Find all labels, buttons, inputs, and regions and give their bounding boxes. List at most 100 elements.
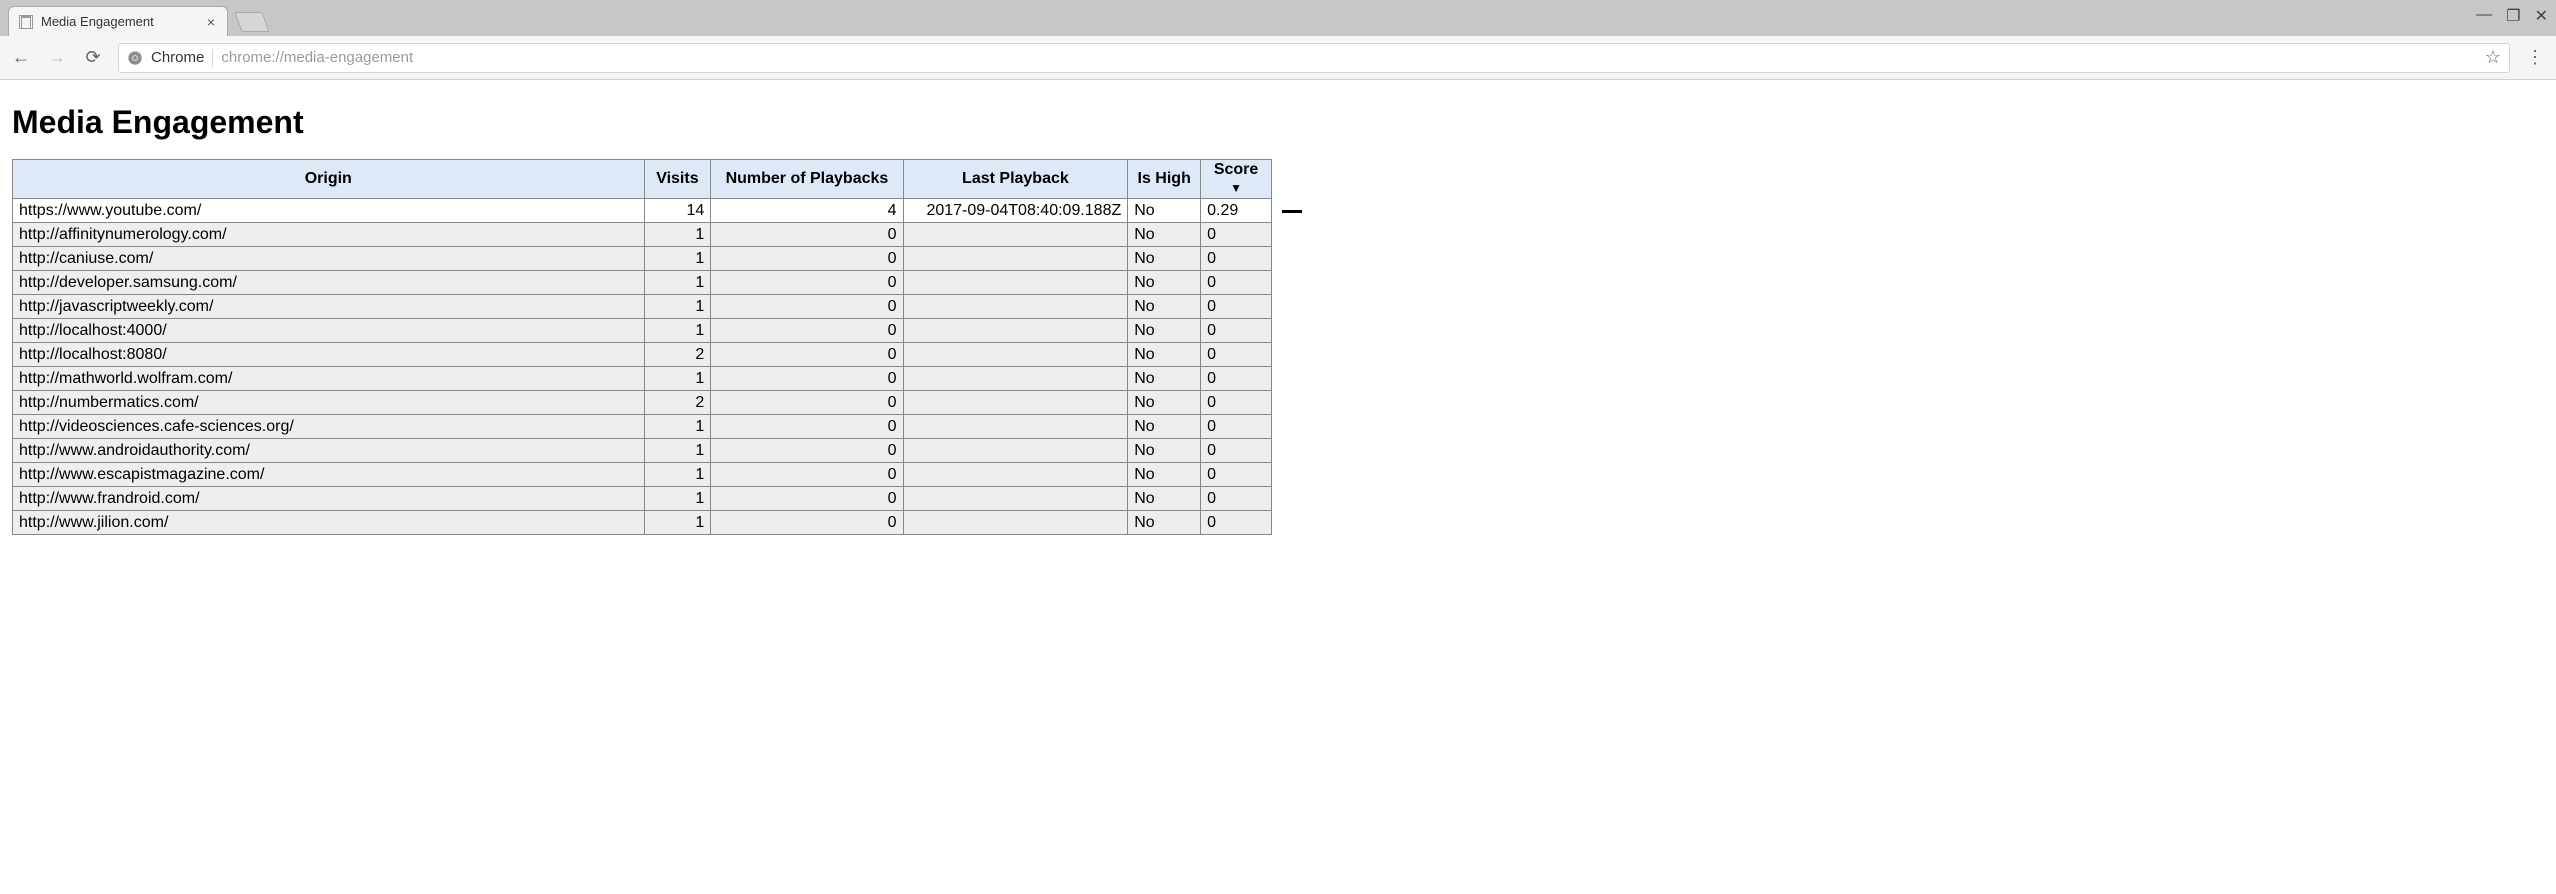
table-row: http://affinitynumerology.com/10No0 [13,223,1272,247]
cell-visits: 1 [644,487,711,511]
table-row: https://www.youtube.com/1442017-09-04T08… [13,199,1272,223]
cell-origin: http://developer.samsung.com/ [13,271,645,295]
table-row: http://www.androidauthority.com/10No0 [13,439,1272,463]
tab-bar: Media Engagement × — ❐ ✕ [0,0,2556,36]
cell-score: 0 [1201,391,1272,415]
cell-origin: http://localhost:8080/ [13,343,645,367]
cell-origin: http://numbermatics.com/ [13,391,645,415]
cell-score: 0 [1201,223,1272,247]
browser-chrome: Media Engagement × — ❐ ✕ ← → ⟳ Chrome ch… [0,0,2556,550]
cell-last [903,415,1128,439]
table-row: http://numbermatics.com/20No0 [13,391,1272,415]
minimize-icon[interactable]: — [2476,6,2492,26]
col-last[interactable]: Last Playback [903,160,1128,199]
address-bar[interactable]: Chrome chrome://media-engagement ☆ [118,43,2510,73]
reload-icon[interactable]: ⟳ [82,47,104,68]
cell-is_high: No [1128,271,1201,295]
media-engagement-table: Origin Visits Number of Playbacks Last P… [12,159,1272,535]
cell-is_high: No [1128,439,1201,463]
omnibox-separator [212,49,213,67]
cell-last [903,391,1128,415]
cell-origin: http://mathworld.wolfram.com/ [13,367,645,391]
cell-visits: 1 [644,223,711,247]
cell-last [903,295,1128,319]
cell-last: 2017-09-04T08:40:09.188Z [903,199,1128,223]
cell-last [903,223,1128,247]
cell-playbacks: 0 [711,487,903,511]
table-row: http://mathworld.wolfram.com/10No0 [13,367,1272,391]
bookmark-star-icon[interactable]: ☆ [2485,47,2501,68]
cell-score: 0 [1201,367,1272,391]
cell-visits: 1 [644,415,711,439]
cell-visits: 1 [644,319,711,343]
back-icon[interactable]: ← [10,47,32,68]
cell-is_high: No [1128,199,1201,223]
close-tab-icon[interactable]: × [205,14,217,30]
row-marker-icon [1282,210,1302,213]
url-label: Chrome [151,49,204,66]
cell-visits: 1 [644,271,711,295]
cell-last [903,463,1128,487]
cell-last [903,271,1128,295]
url-path: chrome://media-engagement [221,49,2477,66]
cell-score: 0 [1201,343,1272,367]
close-window-icon[interactable]: ✕ [2535,6,2548,26]
col-score[interactable]: Score [1201,160,1272,199]
cell-is_high: No [1128,223,1201,247]
cell-is_high: No [1128,415,1201,439]
cell-playbacks: 0 [711,463,903,487]
cell-visits: 1 [644,295,711,319]
cell-playbacks: 0 [711,439,903,463]
cell-origin: http://www.androidauthority.com/ [13,439,645,463]
new-tab-button[interactable] [234,12,269,32]
cell-origin: https://www.youtube.com/ [13,199,645,223]
table-row: http://videosciences.cafe-sciences.org/1… [13,415,1272,439]
cell-score: 0 [1201,271,1272,295]
cell-is_high: No [1128,295,1201,319]
cell-visits: 1 [644,511,711,535]
col-playbacks[interactable]: Number of Playbacks [711,160,903,199]
cell-playbacks: 0 [711,367,903,391]
window-controls: — ❐ ✕ [2476,6,2548,26]
cell-last [903,319,1128,343]
cell-playbacks: 4 [711,199,903,223]
page-icon [19,15,33,29]
cell-is_high: No [1128,391,1201,415]
cell-origin: http://www.escapistmagazine.com/ [13,463,645,487]
cell-playbacks: 0 [711,223,903,247]
table-header-row: Origin Visits Number of Playbacks Last P… [13,160,1272,199]
cell-score: 0 [1201,319,1272,343]
browser-menu-icon[interactable]: ⋮ [2524,47,2546,68]
table-row: http://www.frandroid.com/10No0 [13,487,1272,511]
cell-visits: 1 [644,439,711,463]
table-row: http://www.escapistmagazine.com/10No0 [13,463,1272,487]
cell-origin: http://videosciences.cafe-sciences.org/ [13,415,645,439]
cell-last [903,343,1128,367]
tab-title: Media Engagement [41,14,205,29]
cell-visits: 1 [644,367,711,391]
table-row: http://localhost:4000/10No0 [13,319,1272,343]
cell-score: 0 [1201,487,1272,511]
forward-icon[interactable]: → [46,47,68,68]
cell-visits: 1 [644,247,711,271]
page-content: Media Engagement Origin Visits Number of… [0,80,2556,550]
cell-score: 0 [1201,439,1272,463]
cell-score: 0 [1201,247,1272,271]
cell-origin: http://affinitynumerology.com/ [13,223,645,247]
table-row: http://localhost:8080/20No0 [13,343,1272,367]
col-visits[interactable]: Visits [644,160,711,199]
table-row: http://javascriptweekly.com/10No0 [13,295,1272,319]
cell-playbacks: 0 [711,295,903,319]
cell-origin: http://localhost:4000/ [13,319,645,343]
cell-is_high: No [1128,367,1201,391]
browser-tab[interactable]: Media Engagement × [8,6,228,36]
cell-last [903,511,1128,535]
cell-origin: http://caniuse.com/ [13,247,645,271]
cell-last [903,439,1128,463]
maximize-icon[interactable]: ❐ [2506,6,2520,26]
cell-origin: http://javascriptweekly.com/ [13,295,645,319]
toolbar: ← → ⟳ Chrome chrome://media-engagement ☆… [0,36,2556,80]
cell-playbacks: 0 [711,319,903,343]
col-ishigh[interactable]: Is High [1128,160,1201,199]
col-origin[interactable]: Origin [13,160,645,199]
